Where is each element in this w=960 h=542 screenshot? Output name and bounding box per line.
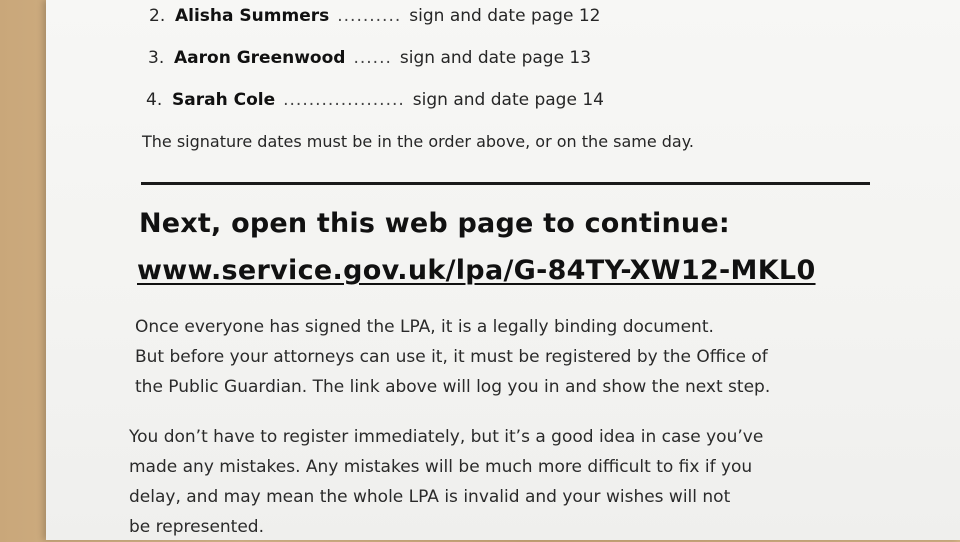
signer-number: 3. — [148, 48, 165, 68]
signer-name: Sarah Cole — [172, 90, 276, 110]
leader-dots: ...... — [353, 48, 392, 68]
paragraph-line: made any mistakes. Any mistakes will be … — [129, 457, 753, 477]
register-advice-paragraph: You don’t have to register immediately, … — [129, 422, 763, 542]
section-divider — [141, 182, 870, 185]
signer-action: sign and date page 13 — [399, 48, 592, 68]
paragraph-line: Once everyone has signed the LPA, it is … — [135, 317, 714, 337]
paragraph-line: You don’t have to register immediately, … — [129, 427, 764, 447]
signer-name: Aaron Greenwood — [174, 48, 346, 68]
signer-row: 3. Aaron Greenwood ...... sign and date … — [148, 48, 591, 68]
signer-row: 2. Alisha Summers .......... sign and da… — [149, 6, 600, 26]
registration-paragraph: Once everyone has signed the LPA, it is … — [135, 312, 770, 402]
signer-number: 2. — [149, 6, 166, 26]
paragraph-line: But before your attorneys can use it, it… — [135, 347, 768, 367]
paragraph-line: the Public Guardian. The link above will… — [135, 377, 771, 397]
signer-action: sign and date page 14 — [412, 90, 604, 110]
signer-action: sign and date page 12 — [409, 6, 601, 26]
signer-row: 4. Sarah Cole ................... sign a… — [146, 90, 604, 110]
leader-dots: .......... — [337, 6, 402, 26]
paragraph-line: delay, and may mean the whole LPA is inv… — [129, 487, 731, 507]
signer-number: 4. — [146, 90, 163, 110]
paragraph-line: be represented. — [129, 517, 265, 537]
signer-name: Alisha Summers — [175, 6, 330, 26]
continue-link[interactable]: www.service.gov.uk/lpa/G-84TY-XW12-MKL0 — [137, 255, 816, 286]
leader-dots: ................... — [283, 90, 405, 110]
next-step-heading: Next, open this web page to continue: — [139, 208, 730, 239]
signature-order-note: The signature dates must be in the order… — [142, 132, 695, 151]
